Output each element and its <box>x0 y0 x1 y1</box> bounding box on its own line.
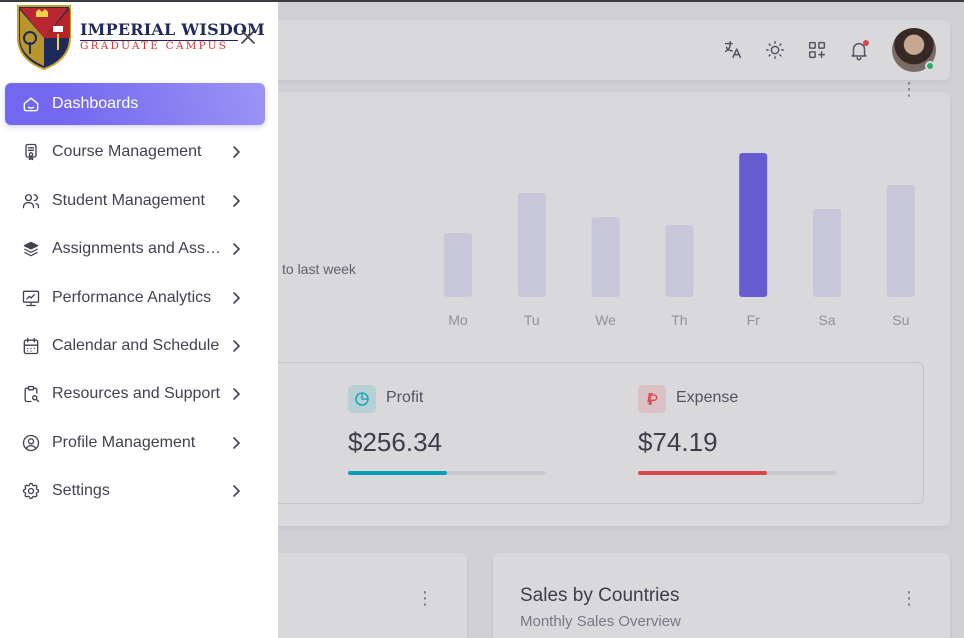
sidebar-item-performance-analytics[interactable]: Performance Analytics <box>5 277 265 319</box>
sidebar-item-assignments[interactable]: Assignments and Assessments <box>5 228 265 270</box>
chevron-right-icon <box>233 146 240 159</box>
close-icon[interactable] <box>238 27 258 47</box>
sidebar-item-student-management[interactable]: Student Management <box>5 180 265 222</box>
sidebar: IMPERIAL WISDOM GRADUATE CAMPUS Dashboar… <box>0 0 278 638</box>
sidebar-item-label: Profile Management <box>52 433 196 451</box>
sidebar-item-calendar[interactable]: Calendar and Schedule <box>5 325 265 367</box>
sidebar-item-label: Student Management <box>52 191 205 209</box>
sidebar-item-label: Resources and Support <box>52 385 221 403</box>
sidebar-item-profile-management[interactable]: Profile Management <box>5 422 265 464</box>
crest-logo <box>17 5 71 70</box>
home-icon <box>20 93 42 115</box>
chevron-right-icon <box>233 485 240 497</box>
chevron-right-icon <box>233 194 240 207</box>
chevron-right-icon <box>233 436 240 449</box>
sidebar-item-settings[interactable]: Settings <box>5 470 265 512</box>
sidebar-item-label: Settings <box>52 482 110 500</box>
chevron-right-icon <box>233 340 240 352</box>
settings-icon <box>20 480 42 502</box>
brand-subtitle: GRADUATE CAMPUS <box>80 40 229 52</box>
clipboard-search-icon <box>20 383 42 405</box>
sidebar-item-course-management[interactable]: Course Management <box>5 131 265 173</box>
users-icon <box>20 190 42 212</box>
chevron-right-icon <box>233 388 240 401</box>
chevron-right-icon <box>233 243 240 255</box>
chevron-right-icon <box>233 291 240 304</box>
chart-line-icon <box>20 287 42 309</box>
sidebar-item-label: Dashboards <box>52 95 139 112</box>
certificate-icon <box>20 141 42 163</box>
stack-icon <box>20 238 42 260</box>
window-top-border <box>0 0 964 2</box>
sidebar-menu: Dashboards Course Management Student Man… <box>5 83 265 519</box>
sidebar-item-label: Calendar and Schedule <box>52 336 220 354</box>
sidebar-item-label: Assignments and Assessments <box>52 240 224 258</box>
sidebar-item-label: Performance Analytics <box>52 288 212 306</box>
calendar-icon <box>20 335 42 357</box>
sidebar-item-label: Course Management <box>52 143 202 161</box>
sidebar-item-dashboards[interactable]: Dashboards <box>5 83 265 125</box>
sidebar-item-resources[interactable]: Resources and Support <box>5 373 265 415</box>
user-circle-icon <box>20 432 42 454</box>
